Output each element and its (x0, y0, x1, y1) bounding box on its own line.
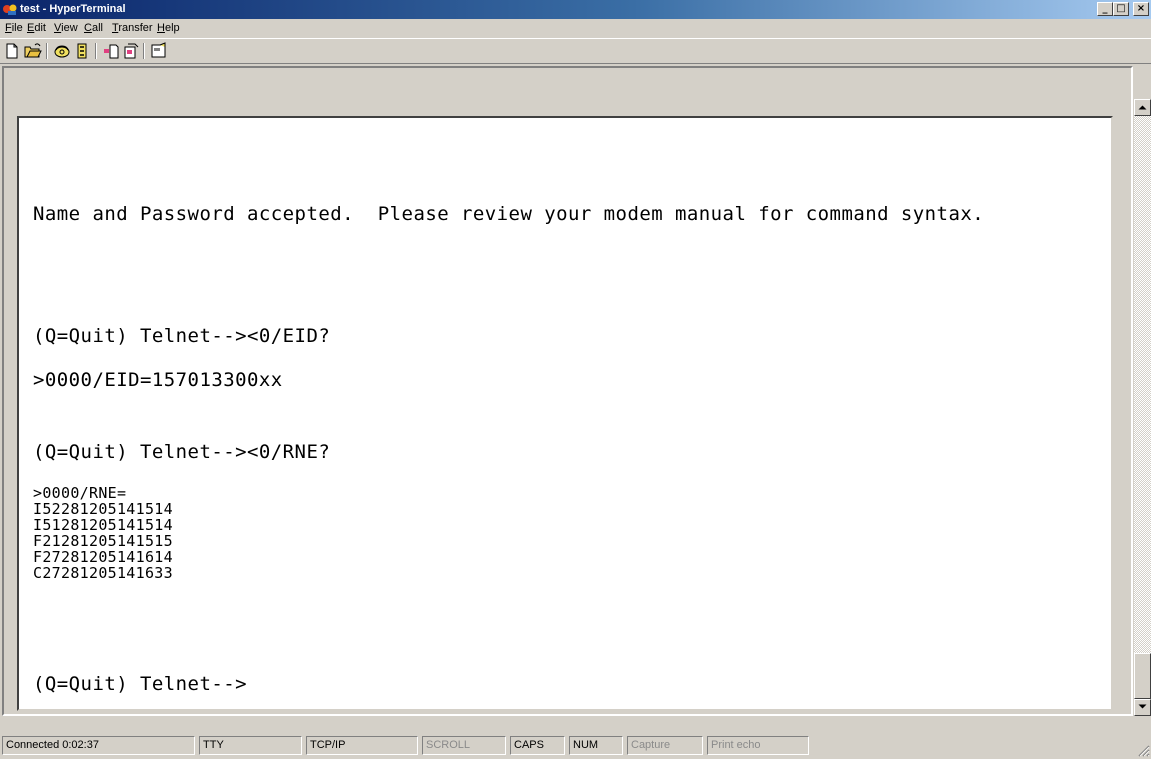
status-bar: Connected 0:02:37 TTY TCP/IP SCROLL CAPS… (0, 735, 1151, 759)
title-bar[interactable]: test - HyperTerminal _ □ × (0, 0, 1151, 19)
terminal-line-rne-record: F21281205141515 (33, 532, 173, 550)
disconnect-icon[interactable] (73, 42, 91, 60)
status-connection: Connected 0:02:37 (2, 736, 195, 755)
terminal-line-login: Name and Password accepted. Please revie… (33, 203, 985, 225)
maximize-icon: □ (1116, 3, 1126, 14)
close-icon: × (1136, 3, 1146, 14)
menu-edit[interactable]: Edit (27, 21, 46, 35)
menu-bar: File Edit View Call Transfer Help (0, 19, 1151, 37)
arrow-up-icon (1138, 105, 1147, 110)
maximize-button[interactable]: □ (1113, 2, 1129, 16)
scroll-down-button[interactable] (1134, 699, 1151, 716)
minimize-button[interactable]: _ (1097, 2, 1113, 16)
terminal-line-rne-record: F27281205141614 (33, 548, 173, 566)
minimize-icon: _ (1102, 3, 1108, 14)
terminal-line-rne-record: C27281205141633 (33, 564, 173, 582)
status-capture: Capture (627, 736, 703, 755)
menu-view[interactable]: View (54, 21, 78, 35)
scroll-up-button[interactable] (1134, 99, 1151, 116)
status-scroll: SCROLL (422, 736, 506, 755)
status-protocol: TCP/IP (306, 736, 418, 755)
arrow-down-icon (1138, 704, 1147, 709)
status-caps: CAPS (510, 736, 565, 755)
terminal-line-eid-response: >0000/EID=157013300xx (33, 369, 283, 391)
terminal-line-prompt-rne: (Q=Quit) Telnet--><0/RNE? (33, 441, 331, 463)
terminal-line-rne-record: I51281205141514 (33, 516, 173, 534)
close-button[interactable]: × (1133, 2, 1149, 16)
terminal-line-prompt-eid: (Q=Quit) Telnet--><0/EID? (33, 325, 331, 347)
terminal-line-rne-record: I52281205141514 (33, 500, 173, 518)
status-print-echo: Print echo (707, 736, 809, 755)
status-num: NUM (569, 736, 623, 755)
menu-call[interactable]: Call (84, 21, 103, 35)
properties-icon[interactable] (150, 42, 168, 60)
hyperterminal-app-icon[interactable] (2, 2, 18, 17)
menu-file[interactable]: File (5, 21, 23, 35)
resize-grip-icon[interactable] (1137, 744, 1150, 757)
new-document-icon[interactable] (3, 42, 21, 60)
terminal-screen[interactable]: Name and Password accepted. Please revie… (17, 116, 1113, 711)
toolbar-separator (143, 43, 145, 59)
vertical-scrollbar[interactable] (1134, 99, 1151, 716)
receive-file-icon[interactable] (122, 42, 140, 60)
toolbar-separator (95, 43, 97, 59)
call-icon[interactable] (53, 42, 71, 60)
scroll-thumb[interactable] (1134, 653, 1151, 699)
open-folder-icon[interactable] (24, 42, 42, 60)
window-title: test - HyperTerminal (20, 3, 126, 15)
toolbar-separator (46, 43, 48, 59)
status-emulation: TTY (199, 736, 302, 755)
terminal-line-prompt: (Q=Quit) Telnet--> (33, 673, 248, 695)
send-file-icon[interactable] (102, 42, 120, 60)
terminal-line-rne-response: >0000/RNE= (33, 484, 127, 502)
toolbar (0, 38, 1151, 64)
menu-transfer[interactable]: Transfer (112, 21, 153, 35)
menu-help[interactable]: Help (157, 21, 180, 35)
